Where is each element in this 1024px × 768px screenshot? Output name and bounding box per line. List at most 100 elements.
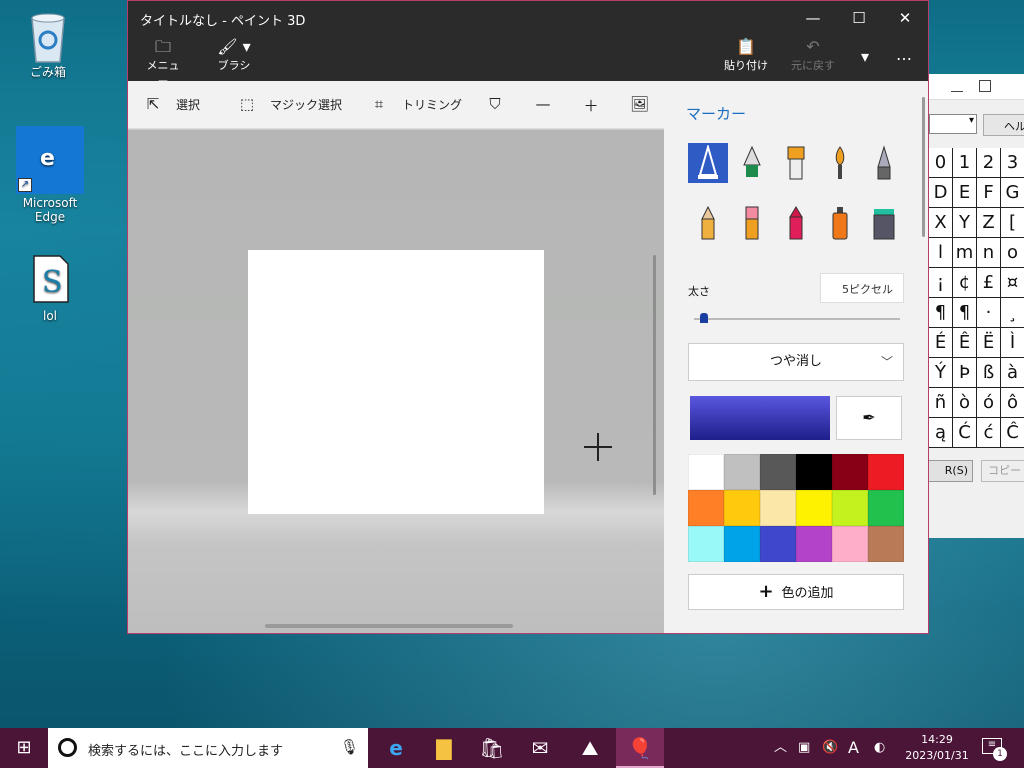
close-button[interactable]: ✕ [882, 1, 928, 35]
color-swatch[interactable] [760, 454, 796, 490]
char-cell[interactable]: D [929, 178, 953, 208]
taskbar-store[interactable]: 🛍 [468, 728, 516, 768]
panel-scrollbar[interactable] [922, 97, 925, 237]
char-cell[interactable]: Ć [953, 418, 977, 448]
char-cell[interactable]: ¢ [953, 268, 977, 298]
char-cell[interactable]: Ê [953, 328, 977, 358]
clock[interactable]: 14:29 2023/01/31 [900, 732, 974, 764]
char-cell[interactable]: n [977, 238, 1001, 268]
char-cell[interactable]: Ë [977, 328, 1001, 358]
color-swatch[interactable] [796, 454, 832, 490]
minimize-button[interactable]: — [790, 1, 836, 35]
char-cell[interactable]: ß [977, 358, 1001, 388]
color-swatch[interactable] [760, 490, 796, 526]
maximize-button[interactable]: ☐ [836, 1, 882, 35]
slider-thumb[interactable] [700, 313, 709, 323]
char-cell[interactable]: É [929, 328, 953, 358]
char-cell[interactable]: X [929, 208, 953, 238]
minimize-icon[interactable] [951, 80, 963, 92]
canvas-area[interactable] [128, 130, 664, 633]
taskbar-charmap[interactable]: ⛰ [566, 728, 614, 768]
crop-tool[interactable]: ⌗ トリミング [370, 95, 462, 113]
view-3d-button[interactable]: ⛉ [486, 95, 504, 113]
charmap-window[interactable]: ▾ ヘル 01234DEFGHXYZ[\lmnop¡¢£¤¥¶¶·¸¹ÉÊËÌÍ… [926, 74, 1024, 538]
char-cell[interactable]: ć [977, 418, 1001, 448]
color-swatch[interactable] [832, 526, 868, 562]
copy-button[interactable]: コピー [981, 460, 1024, 482]
char-cell[interactable]: 3 [1001, 148, 1024, 178]
color-swatch[interactable] [796, 490, 832, 526]
watercolor-brush[interactable] [820, 143, 860, 183]
add-color-button[interactable]: + 色の追加 [688, 574, 904, 610]
show-hidden-icons[interactable]: ︿ [774, 728, 787, 768]
color-swatch[interactable] [832, 454, 868, 490]
drawing-canvas[interactable] [248, 250, 544, 514]
more-button[interactable]: … [890, 45, 918, 65]
char-cell[interactable]: ¤ [1001, 268, 1024, 298]
desktop-icon-recycle-bin[interactable]: ごみ箱 [8, 8, 88, 80]
help-button[interactable]: ヘル [983, 114, 1024, 136]
char-cell[interactable]: à [1001, 358, 1024, 388]
char-cell[interactable]: Z [977, 208, 1001, 238]
color-swatch[interactable] [868, 454, 904, 490]
start-button[interactable]: ⊞ [0, 728, 48, 768]
maximize-icon[interactable] [979, 80, 991, 92]
desktop-icon-lol[interactable]: S lol [10, 254, 90, 323]
magic-select-tool[interactable]: ⬚ マジック選択 [238, 95, 342, 113]
character-grid[interactable]: 01234DEFGHXYZ[\lmnop¡¢£¤¥¶¶·¸¹ÉÊËÌÍÝÞßàá… [929, 148, 1024, 448]
char-cell[interactable]: Ý [929, 358, 953, 388]
color-swatch[interactable] [868, 526, 904, 562]
ime-indicator[interactable]: A [848, 728, 859, 768]
char-cell[interactable]: £ [977, 268, 1001, 298]
brush-button[interactable]: 🖌 ▾ ブラシ [214, 37, 254, 73]
marker-brush[interactable] [688, 143, 728, 183]
char-cell[interactable]: ô [1001, 388, 1024, 418]
char-cell[interactable]: Y [953, 208, 977, 238]
char-cell[interactable]: 2 [977, 148, 1001, 178]
char-cell[interactable]: ¡ [929, 268, 953, 298]
finish-dropdown[interactable]: つや消し ﹀ [688, 343, 904, 381]
char-cell[interactable]: Ĉ [1001, 418, 1024, 448]
desktop-icon-edge[interactable]: e ↗ Microsoft Edge [10, 126, 90, 224]
char-cell[interactable]: ò [953, 388, 977, 418]
color-swatch[interactable] [724, 526, 760, 562]
char-cell[interactable]: E [953, 178, 977, 208]
char-cell[interactable]: Þ [953, 358, 977, 388]
color-swatch[interactable] [868, 490, 904, 526]
char-cell[interactable]: ¶ [929, 298, 953, 328]
color-swatch[interactable] [760, 526, 796, 562]
taskbar-edge[interactable]: e [372, 728, 420, 768]
title-bar[interactable]: タイトルなし - ペイント 3D — ☐ ✕ [128, 1, 928, 35]
size-input[interactable]: 5ピクセル [820, 273, 904, 303]
eyedropper-button[interactable]: ✒ [836, 396, 902, 440]
char-cell[interactable]: ą [929, 418, 953, 448]
taskbar-explorer[interactable]: ▇ [420, 728, 468, 768]
paste-button[interactable]: 📋 貼り付け [724, 37, 768, 73]
charmap-titlebar[interactable] [927, 74, 1024, 100]
paint3d-window[interactable]: タイトルなし - ペイント 3D — ☐ ✕ 🗀 メニュー 🖌 ▾ ブラシ 📋 … [127, 0, 929, 634]
oil-brush[interactable] [776, 143, 816, 183]
undo-button[interactable]: ↶ 元に戻す [790, 37, 836, 73]
calligraphy-pen-brush[interactable] [732, 143, 772, 183]
network-status[interactable]: ▣ [798, 728, 810, 768]
volume-status[interactable]: 🔇 [822, 728, 838, 768]
char-cell[interactable]: · [977, 298, 1001, 328]
image-menu-button[interactable]: 🖼 [630, 95, 649, 113]
char-cell[interactable]: G [1001, 178, 1024, 208]
eraser-brush[interactable] [732, 203, 772, 243]
color-swatch[interactable] [724, 454, 760, 490]
history-dropdown[interactable]: ▾ [854, 47, 876, 67]
char-cell[interactable]: 0 [929, 148, 953, 178]
spray-can-brush[interactable] [820, 203, 860, 243]
char-cell[interactable]: 1 [953, 148, 977, 178]
microphone-icon[interactable]: 🎙 [340, 738, 359, 756]
pencil-brush[interactable] [688, 203, 728, 243]
size-slider[interactable] [694, 313, 900, 323]
taskbar-mail[interactable]: ✉ [516, 728, 564, 768]
taskbar-paint3d[interactable]: 🎈 [616, 728, 664, 768]
color-swatch[interactable] [688, 490, 724, 526]
search-box[interactable]: 検索するには、ここに入力します 🎙 [48, 728, 368, 768]
color-swatch[interactable] [688, 526, 724, 562]
char-cell[interactable]: o [1001, 238, 1024, 268]
fill-bucket-brush[interactable] [864, 203, 904, 243]
